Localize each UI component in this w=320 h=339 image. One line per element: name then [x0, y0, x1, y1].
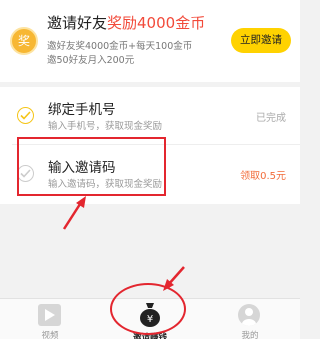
tab-label: 视频 [41, 331, 59, 339]
claim-reward-link[interactable]: 领取0.5元 [240, 167, 286, 182]
user-icon [238, 304, 260, 326]
tab-video[interactable]: 视频 [0, 299, 100, 339]
annotation-arrow-icon [62, 196, 86, 230]
banner-income-line: 邀50好友月入200元 [47, 55, 135, 66]
coin-icon: 奖 [10, 27, 38, 55]
banner-title-highlight: 奖励4000金币 [107, 14, 206, 32]
check-circle-icon [17, 107, 34, 124]
task-description: 输入手机号，获取现金奖励 [48, 121, 163, 132]
annotation-arrow-icon [163, 266, 185, 291]
banner-reward-line: 邀好友奖4000金币+每天100金币 [47, 41, 193, 52]
banner-title-prefix: 邀请好友 [47, 14, 108, 32]
banner-title: 邀请好友奖励4000金币 [47, 12, 205, 33]
task-status: 已完成 [256, 113, 286, 124]
invite-now-button[interactable]: 立即邀请 [231, 28, 291, 53]
play-icon [38, 304, 61, 326]
tab-mine[interactable]: 我的 [200, 299, 300, 339]
invite-banner: 奖 邀请好友奖励4000金币 邀好友奖4000金币+每天100金币 邀50好友月… [0, 0, 300, 82]
task-title: 绑定手机号 [48, 102, 116, 118]
tab-label: 我的 [241, 331, 259, 339]
annotation-highlight-box [17, 137, 166, 196]
